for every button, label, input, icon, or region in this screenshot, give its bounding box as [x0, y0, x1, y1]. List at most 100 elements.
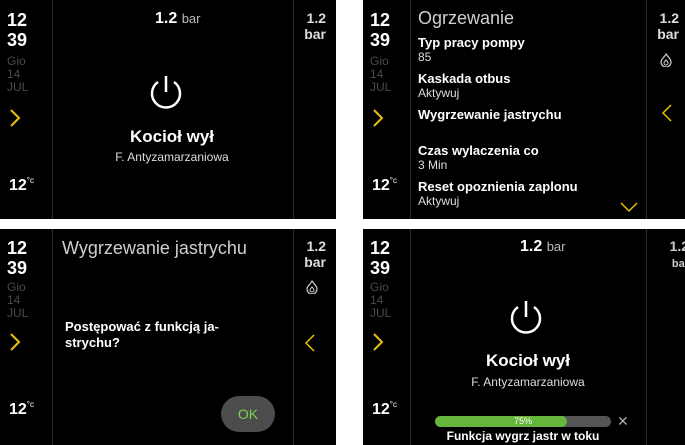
- chevron-right-icon[interactable]: [8, 108, 22, 128]
- left-info-column: 12 39 Gio 14 JUL 12°c: [363, 0, 415, 219]
- outdoor-temperature: 12°c: [9, 176, 34, 195]
- outdoor-temperature: 12°c: [372, 176, 397, 195]
- menu-item-label: Kaskada otbus: [418, 71, 511, 86]
- clock: 12 39: [370, 10, 390, 50]
- clock-hour: 12: [7, 238, 28, 258]
- outdoor-temp-unit: °c: [389, 400, 397, 409]
- outdoor-temp-unit: °c: [26, 400, 34, 409]
- divider-right: [646, 229, 647, 445]
- outdoor-temperature: 12°c: [372, 400, 397, 419]
- pressure-unit: bar: [546, 239, 566, 254]
- outdoor-temp-value: 12: [9, 401, 27, 418]
- clock: 12 39: [7, 238, 27, 278]
- date: Gio 14 JUL: [7, 55, 28, 94]
- date: Gio 14 JUL: [370, 55, 391, 94]
- month-label: JUL: [7, 306, 29, 320]
- boiler-status: Kocioł wył: [485, 351, 571, 370]
- day-number: 14: [370, 67, 384, 81]
- left-info-column: 12 39 Gio 14 JUL 12°c: [363, 229, 415, 445]
- day-label: Gio: [7, 280, 26, 294]
- menu-list: Typ pracy pompy 85 Kaskada otbus Aktywuj W…: [418, 35, 658, 215]
- divider-left: [410, 229, 411, 445]
- chevron-left-icon[interactable]: [660, 103, 674, 123]
- pressure-readout: 1.2 bar: [520, 238, 566, 256]
- menu-item-value: 3 Min: [418, 158, 448, 172]
- day-label: Gio: [7, 54, 26, 68]
- divider-left: [52, 229, 53, 445]
- pressure-side-unit: bar: [304, 26, 326, 42]
- pressure-side-value: 1.2: [669, 238, 685, 254]
- chevron-right-icon[interactable]: [8, 332, 22, 352]
- pressure-side-value: 1.2: [306, 10, 326, 26]
- clock-minute: 39: [370, 258, 391, 278]
- pressure-side: 1.2bar: [296, 10, 326, 42]
- menu-item-label: Reset opoznienia zaplonu: [418, 179, 578, 194]
- clock-minute: 39: [7, 258, 28, 278]
- outdoor-temperature: 12°c: [9, 400, 34, 419]
- clock-minute: 39: [370, 30, 391, 50]
- clock-hour: 12: [7, 10, 28, 30]
- menu-item[interactable]: Kaskada otbus Aktywuj: [418, 71, 658, 101]
- menu-title: Ogrzewanie: [418, 8, 515, 28]
- outdoor-temp-value: 12: [372, 177, 390, 194]
- month-label: JUL: [7, 80, 29, 94]
- date: Gio 14 JUL: [370, 281, 391, 320]
- progress-percent: 75%: [513, 416, 532, 426]
- menu-item[interactable]: Czas wylaczenia co 3 Min: [418, 143, 658, 173]
- chevron-right-icon[interactable]: [371, 332, 385, 352]
- pressure-side-unit: bar: [657, 26, 679, 42]
- pressure-value: 1.2: [155, 10, 178, 27]
- divider-right: [293, 0, 294, 219]
- confirm-title: Wygrzewanie jastrychu: [62, 238, 247, 258]
- clock-hour: 12: [370, 238, 391, 258]
- menu-item-value: 85: [418, 50, 432, 64]
- confirm-question: Postępować z funkcją ja-strychu?: [65, 319, 285, 351]
- outdoor-temp-value: 12: [372, 401, 390, 418]
- question-line: Postępować z funkcją ja-: [65, 319, 219, 334]
- month-label: JUL: [370, 306, 392, 320]
- clock-hour: 12: [370, 10, 391, 30]
- boiler-status: Kocioł wył: [129, 127, 215, 146]
- screen-menu: 12 39 Gio 14 JUL 12°c Ogrzewanie Typ pracy …: [363, 0, 685, 219]
- month-label: JUL: [370, 80, 392, 94]
- clock-minute: 39: [7, 30, 28, 50]
- power-icon[interactable]: [146, 72, 186, 112]
- flame-icon: [660, 53, 672, 67]
- pressure-value: 1.2: [520, 238, 543, 255]
- pressure-side-unit: bar: [304, 254, 326, 270]
- day-number: 14: [7, 67, 21, 81]
- left-info-column: 12 39 Gio 14 JUL 12°c: [0, 229, 52, 445]
- menu-item[interactable]: Wygrzewanie jastrychu: [418, 107, 658, 122]
- power-icon[interactable]: [506, 297, 546, 337]
- left-info-column: 12 39 Gio 14 JUL 12°c: [0, 0, 52, 219]
- flame-icon: [306, 280, 318, 294]
- day-label: Gio: [370, 54, 389, 68]
- clock: 12 39: [370, 238, 390, 278]
- menu-item-value: Aktywuj: [418, 86, 460, 100]
- boiler-substatus: F. Antyzamarzaniowa: [115, 150, 229, 164]
- day-number: 14: [370, 293, 384, 307]
- chevron-right-icon[interactable]: [371, 108, 385, 128]
- menu-item-label: Wygrzewanie jastrychu: [418, 107, 562, 122]
- menu-item[interactable]: Typ pracy pompy 85: [418, 35, 658, 65]
- divider-right: [293, 229, 294, 445]
- screen-confirm: 12 39 Gio 14 JUL 12°c Wygrzewanie jastrychu…: [0, 229, 336, 445]
- pressure-side-value: 1.2: [659, 10, 679, 26]
- chevron-left-icon[interactable]: [303, 333, 317, 353]
- outdoor-temp-unit: °c: [389, 176, 397, 185]
- outdoor-temp-value: 12: [9, 177, 27, 194]
- menu-item-label: Czas wylaczenia co: [418, 143, 539, 158]
- close-icon[interactable]: ✕: [617, 413, 629, 429]
- pressure-readout: 1.2 bar: [155, 10, 201, 28]
- ok-button[interactable]: OK: [221, 396, 275, 432]
- boiler-substatus: F. Antyzamarzaniowa: [471, 375, 585, 389]
- progress-bar: 75% ✕: [435, 413, 635, 429]
- screen-home: 12 39 Gio 14 JUL 12°c 1.2 bar Kocioł wył F.…: [0, 0, 336, 219]
- chevron-down-icon[interactable]: [619, 201, 639, 213]
- progress-status-text: Funkcja wygrz jastr w toku: [446, 429, 600, 443]
- pressure-side-value: 1.2: [306, 238, 326, 254]
- pressure-unit: bar: [181, 11, 201, 26]
- divider-left: [410, 0, 411, 219]
- pressure-side: 1.2bar: [659, 238, 685, 272]
- pressure-side: 1.2bar: [649, 10, 679, 42]
